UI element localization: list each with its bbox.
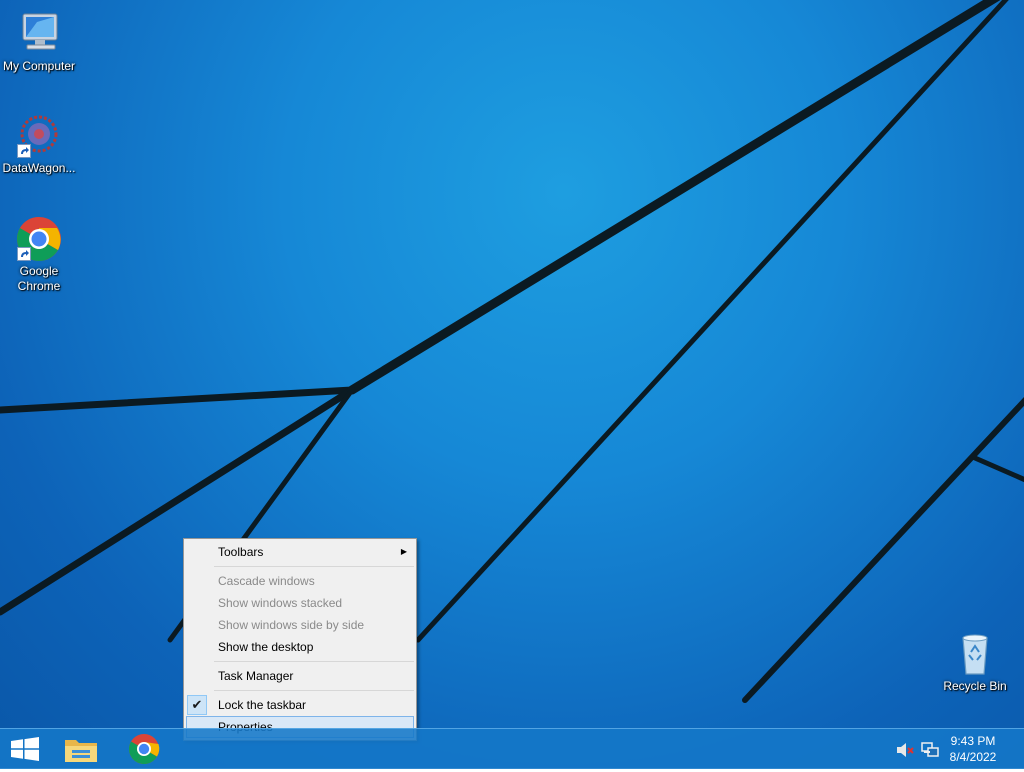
menu-item-label: Show the desktop xyxy=(218,640,314,654)
menu-item-label: Show windows stacked xyxy=(218,596,343,610)
chrome-icon xyxy=(128,734,160,765)
desktop[interactable]: My Computer DataWagon... Google Chrome R… xyxy=(0,0,1024,768)
desktop-icon-google-chrome[interactable]: Google Chrome xyxy=(0,215,78,294)
shortcut-arrow-icon xyxy=(17,247,31,261)
taskbar-context-menu: Toolbars ▶ Cascade windows Show windows … xyxy=(183,538,417,741)
checkmark-icon: ✔ xyxy=(187,695,207,715)
menu-item-show-windows-side-by-side: Show windows side by side xyxy=(184,614,416,636)
chrome-taskbar-button[interactable] xyxy=(116,729,172,769)
desktop-icon-label: Recycle Bin xyxy=(943,679,1007,693)
tray-network-button[interactable] xyxy=(920,740,940,760)
file-explorer-icon xyxy=(65,740,97,762)
wallpaper-lines xyxy=(0,0,1024,703)
speaker-muted-icon xyxy=(897,743,914,757)
menu-separator xyxy=(214,661,414,662)
windows-start-icon xyxy=(11,737,39,761)
menu-item-show-the-desktop[interactable]: Show the desktop xyxy=(184,636,416,658)
desktop-icon-my-computer[interactable]: My Computer xyxy=(0,10,78,74)
tray-volume-button[interactable] xyxy=(895,741,915,759)
datawagon-gear-icon xyxy=(15,112,63,160)
network-icon xyxy=(921,742,939,757)
menu-item-label: Show windows side by side xyxy=(218,618,365,632)
menu-separator xyxy=(214,566,414,567)
desktop-icon-label-line2: Chrome xyxy=(17,279,61,293)
menu-item-toolbars[interactable]: Toolbars ▶ xyxy=(184,541,416,563)
menu-separator xyxy=(214,690,414,691)
recycle-bin-icon xyxy=(951,630,999,678)
chrome-icon xyxy=(15,215,63,263)
submenu-arrow-icon: ▶ xyxy=(400,547,407,556)
menu-item-task-manager[interactable]: Task Manager xyxy=(184,665,416,687)
file-explorer-button[interactable] xyxy=(54,729,110,769)
menu-item-label: Lock the taskbar xyxy=(218,698,307,712)
menu-item-show-windows-stacked: Show windows stacked xyxy=(184,592,416,614)
start-button[interactable] xyxy=(0,729,56,769)
desktop-icon-recycle-bin[interactable]: Recycle Bin xyxy=(936,630,1014,694)
desktop-icon-label: DataWagon... xyxy=(2,161,76,175)
menu-item-cascade-windows: Cascade windows xyxy=(184,570,416,592)
menu-item-lock-the-taskbar[interactable]: ✔ Lock the taskbar xyxy=(184,694,416,716)
clock-date: 8/4/2022 xyxy=(949,750,997,764)
computer-icon xyxy=(15,10,63,58)
clock-time: 9:43 PM xyxy=(950,734,996,748)
taskbar[interactable]: 9:43 PM 8/4/2022 xyxy=(0,728,1024,769)
menu-item-label: Cascade windows xyxy=(218,574,315,588)
shortcut-arrow-icon xyxy=(17,144,31,158)
desktop-icon-label-line1: Google xyxy=(19,264,59,278)
menu-item-label: Task Manager xyxy=(218,669,294,683)
taskbar-clock[interactable]: 9:43 PM 8/4/2022 xyxy=(938,733,1008,765)
menu-item-label: Toolbars xyxy=(218,545,264,559)
desktop-icon-label: My Computer xyxy=(2,59,76,73)
desktop-icon-datawagon[interactable]: DataWagon... xyxy=(0,112,78,176)
